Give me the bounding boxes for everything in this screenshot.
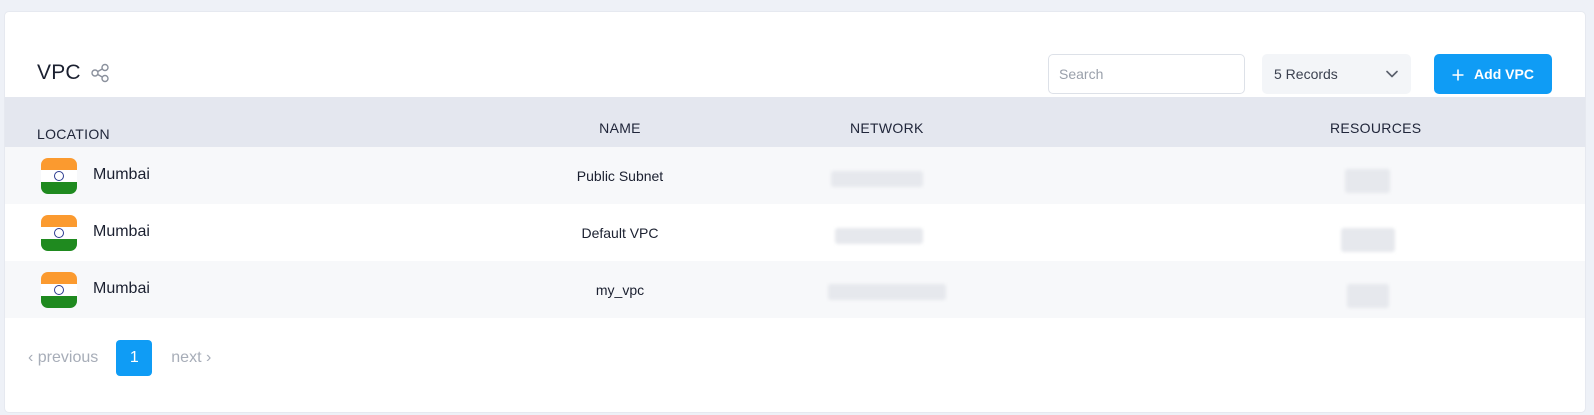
chevron-left-icon: ‹ [28,349,38,366]
resources-cell-redacted [1347,284,1389,308]
share-icon[interactable] [90,63,110,83]
add-vpc-label: Add VPC [1474,66,1534,82]
location-cell: Mumbai [93,280,150,297]
search-input[interactable] [1048,54,1245,94]
table-row[interactable]: Mumbai my_vpc [5,261,1585,318]
vpc-card: VPC 5 Records Add VPC [5,12,1585,412]
column-header-location[interactable]: LOCATION [37,126,110,142]
column-header-resources[interactable]: RESOURCES [1330,120,1421,136]
add-vpc-button[interactable]: Add VPC [1434,54,1552,94]
network-cell-redacted [835,228,923,244]
page-title: VPC [37,61,81,84]
plus-icon [1452,68,1464,81]
table-header: LOCATION NAME NETWORK RESOURCES [5,97,1585,147]
location-cell: Mumbai [93,166,150,183]
records-select[interactable]: 5 Records [1262,54,1411,94]
resources-cell-redacted [1345,169,1390,193]
page-button-1[interactable]: 1 [116,340,153,376]
india-flag-icon [41,215,77,251]
location-cell: Mumbai [93,223,150,240]
network-cell-redacted [828,284,946,300]
column-header-name[interactable]: NAME [595,120,645,136]
table-row[interactable]: Mumbai Public Subnet [5,147,1585,204]
name-cell: Public Subnet [576,168,664,184]
pagination: ‹ previous 1 next › [28,340,211,376]
resources-cell-redacted [1341,228,1395,252]
next-page-link[interactable]: next › [171,349,211,367]
records-select-value: 5 Records [1274,66,1338,82]
chevron-down-icon [1385,67,1399,81]
india-flag-icon [41,272,77,308]
name-cell: my_vpc [595,282,645,298]
column-header-network[interactable]: NETWORK [850,120,924,136]
previous-page-link[interactable]: ‹ previous [28,349,98,367]
network-cell-redacted [831,171,923,187]
chevron-right-icon: › [201,349,212,366]
title-area: VPC [37,61,110,85]
name-cell: Default VPC [581,225,659,241]
india-flag-icon [41,158,77,194]
table-row[interactable]: Mumbai Default VPC [5,204,1585,261]
